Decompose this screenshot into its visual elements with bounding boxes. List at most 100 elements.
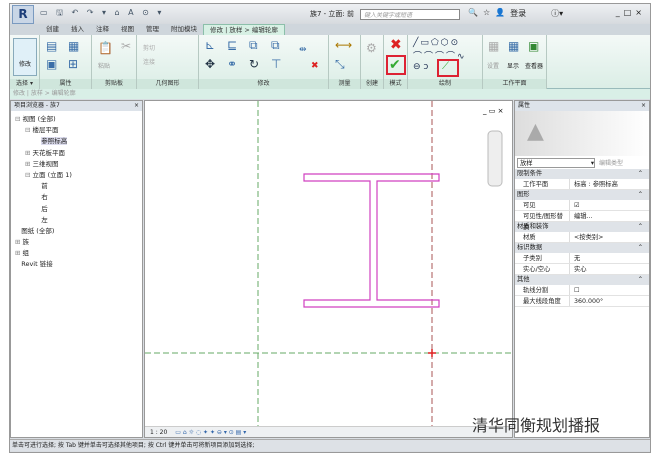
browser-item[interactable]: ⊞ 族 <box>11 237 142 248</box>
property-row[interactable]: 子类别无 <box>515 253 649 264</box>
drawing-canvas[interactable]: _ ▭ × 1 : 20 ▭ ⌂ ☼ ◌ ✦ ✦ ⊖ ▾ ⊙ ▤ ▾ <box>144 100 513 438</box>
tab-manage[interactable]: 管理 <box>140 24 165 35</box>
align-icon[interactable]: ⊾ <box>205 38 215 52</box>
rotate-icon[interactable]: ↻ <box>249 57 259 71</box>
delete-icon[interactable]: ✖ <box>311 61 319 71</box>
property-row[interactable]: 可见性/图形替换 编辑... <box>515 211 649 231</box>
set-workplane-icon[interactable]: ▦ <box>488 39 499 53</box>
property-row[interactable]: 最大线段角度 360.000° <box>515 296 649 307</box>
user-icon[interactable]: 👤 <box>495 8 505 19</box>
tab-modify-sweep[interactable]: 修改 | 放样 > 编辑轮廓 <box>203 24 285 35</box>
browser-item[interactable]: ⊞ 三维视图 <box>11 159 142 170</box>
type-selector[interactable]: 放样 ▾ <box>517 157 595 168</box>
view-window-controls[interactable]: _ ▭ × <box>482 107 503 115</box>
browser-item[interactable]: Revit 链接 <box>11 259 142 270</box>
panel-geometry: 剪切 连接 几何图形 <box>137 35 199 89</box>
edit-type-button[interactable]: 编辑类型 <box>599 158 623 167</box>
cancel-edit-icon[interactable]: ✖ <box>390 37 402 53</box>
maximize-button[interactable]: □ <box>624 8 636 17</box>
properties-title: 属性 <box>518 102 531 109</box>
app-menu-button[interactable]: R <box>12 4 34 24</box>
type-properties-icon[interactable]: ▤ <box>46 39 57 53</box>
copy-icon[interactable]: ⚭ <box>227 57 237 71</box>
panel-measure: ⟷ ⤡ 测量 <box>329 35 361 89</box>
properties-icon[interactable]: ▣ <box>46 57 57 71</box>
draw-tools-row1[interactable]: ╱▭⬠⬡⊙ <box>413 38 460 48</box>
highlight-box <box>386 55 406 75</box>
property-category[interactable]: 其他 ⌃ <box>515 275 649 285</box>
project-browser: 项目浏览器 - 族7 × ⊟ 视图 (全部) ⊟ 楼层平面 参照标高 ⊞ 天花板平面 ⊞… <box>10 100 143 438</box>
property-category[interactable]: 图形 ⌃ <box>515 190 649 200</box>
panel-select: 修改 选择 ▾ <box>10 35 40 89</box>
trim-icon[interactable]: ⊤ <box>271 57 281 71</box>
panel-label: 工作平面 <box>483 79 546 89</box>
tab-create[interactable]: 创建 <box>40 24 65 35</box>
view-control-icons[interactable]: ▭ ⌂ ☼ ◌ ✦ ✦ ⊖ ▾ ⊙ ▤ ▾ <box>175 429 246 436</box>
browser-item[interactable]: ⊞ 组 <box>11 248 142 259</box>
paste-icon[interactable]: 📋 <box>98 41 113 55</box>
i-beam-profile[interactable] <box>303 173 440 308</box>
property-row[interactable]: 可见 ☑ <box>515 200 649 211</box>
tab-addins[interactable]: 附加模块 <box>165 24 203 35</box>
family-category-icon[interactable]: ⊞ <box>68 57 78 71</box>
cut-icon[interactable]: ✂ <box>121 39 131 53</box>
modify-button[interactable]: 修改 <box>13 38 37 76</box>
cut-geometry-button[interactable]: 剪切 <box>143 43 155 52</box>
close-icon[interactable]: × <box>641 101 646 111</box>
property-row[interactable]: 材质 <按类别> <box>515 232 649 243</box>
property-category[interactable]: 标识数据 ⌃ <box>515 243 649 253</box>
property-row[interactable]: 轨线分割 ☐ <box>515 285 649 296</box>
split-icon[interactable]: ⇹ <box>299 45 307 55</box>
properties-panel: 属性 × ▲ 放样 ▾ 编辑类型 限制条件 ⌃ 工作平面 标高 : 参照标高 图形 ⌃ 可见 ☑ 可… <box>514 100 650 438</box>
panel-label: 属性 <box>40 79 91 89</box>
property-row[interactable]: 实心/空心 实心 <box>515 264 649 275</box>
panel-label: 几何图形 <box>137 79 198 89</box>
tab-insert[interactable]: 插入 <box>65 24 90 35</box>
dimension-icon[interactable]: ⟷ <box>335 38 352 52</box>
pick-lines-icon[interactable]: ⊖ ↄ <box>413 62 428 72</box>
close-button[interactable]: × <box>635 8 646 17</box>
watermark: 清华同衡规划播报 <box>472 416 601 435</box>
browser-item[interactable]: ⊞ 天花板平面 <box>11 148 142 159</box>
browser-item[interactable]: 参照标高 <box>11 136 142 147</box>
close-icon[interactable]: × <box>134 101 139 111</box>
browser-item[interactable]: 后 <box>11 204 142 215</box>
property-row[interactable]: 工作平面 标高 : 参照标高 <box>515 179 649 190</box>
binoculars-icon[interactable]: 🔍 <box>468 8 478 19</box>
browser-tree: ⊟ 视图 (全部) ⊟ 楼层平面 参照标高 ⊞ 天花板平面 ⊞ 三维视图 ⊟ 立面 (立… <box>11 111 142 271</box>
show-workplane-icon[interactable]: ▦ <box>508 39 519 53</box>
create-group-icon[interactable]: ⚙ <box>366 41 377 55</box>
help-icon[interactable]: ⓘ▾ <box>551 8 563 19</box>
browser-item[interactable]: 左 <box>11 215 142 226</box>
quick-access-toolbar[interactable]: ▭ 🖫 ↶ ↷ ▾ ⌂ A ⊙ ▾ <box>40 7 164 21</box>
navigation-bar[interactable] <box>487 130 503 187</box>
browser-item[interactable]: 前 <box>11 181 142 192</box>
browser-item[interactable]: ⊟ 楼层平面 <box>11 125 142 136</box>
join-button[interactable]: 连接 <box>143 57 155 66</box>
browser-item[interactable]: 右 <box>11 192 142 203</box>
login-link[interactable]: 登录 <box>510 8 526 19</box>
show-label: 显示 <box>507 63 520 70</box>
browser-item[interactable]: 图纸 (全部) <box>11 226 142 237</box>
measure-icon[interactable]: ⤡ <box>335 57 345 72</box>
mirror-axis-icon[interactable]: ⧉ <box>249 38 258 53</box>
family-types-icon[interactable]: ▦ <box>68 39 79 53</box>
mirror-draw-icon[interactable]: ⧉ <box>271 38 280 53</box>
offset-icon[interactable]: ⊑ <box>227 38 237 52</box>
viewer-icon[interactable]: ▣ <box>528 39 539 53</box>
tab-annotate[interactable]: 注释 <box>90 24 115 35</box>
viewer-label: 查看器 <box>525 63 544 70</box>
panel-label: 创建 <box>361 79 383 89</box>
select-dropdown[interactable]: 选择 ▾ <box>10 79 39 89</box>
star-icon[interactable]: ☆ <box>483 8 490 19</box>
tab-view[interactable]: 视图 <box>115 24 140 35</box>
search-input[interactable]: 键入关键字或短语 <box>360 9 460 20</box>
view-scale[interactable]: 1 : 20 <box>150 429 167 436</box>
browser-item[interactable]: ⊟ 立面 (立面 1) <box>11 170 142 181</box>
move-icon[interactable]: ✥ <box>205 57 215 71</box>
browser-item[interactable]: ⊟ 视图 (全部) <box>11 114 142 125</box>
property-category[interactable]: 限制条件 ⌃ <box>515 169 649 179</box>
property-category[interactable]: 材质和装饰 ⌃ <box>515 222 649 232</box>
minimize-button[interactable]: _ <box>616 8 624 17</box>
ribbon-tabs: 创建 插入 注释 视图 管理 附加模块 修改 | 放样 > 编辑轮廓 <box>10 24 650 35</box>
